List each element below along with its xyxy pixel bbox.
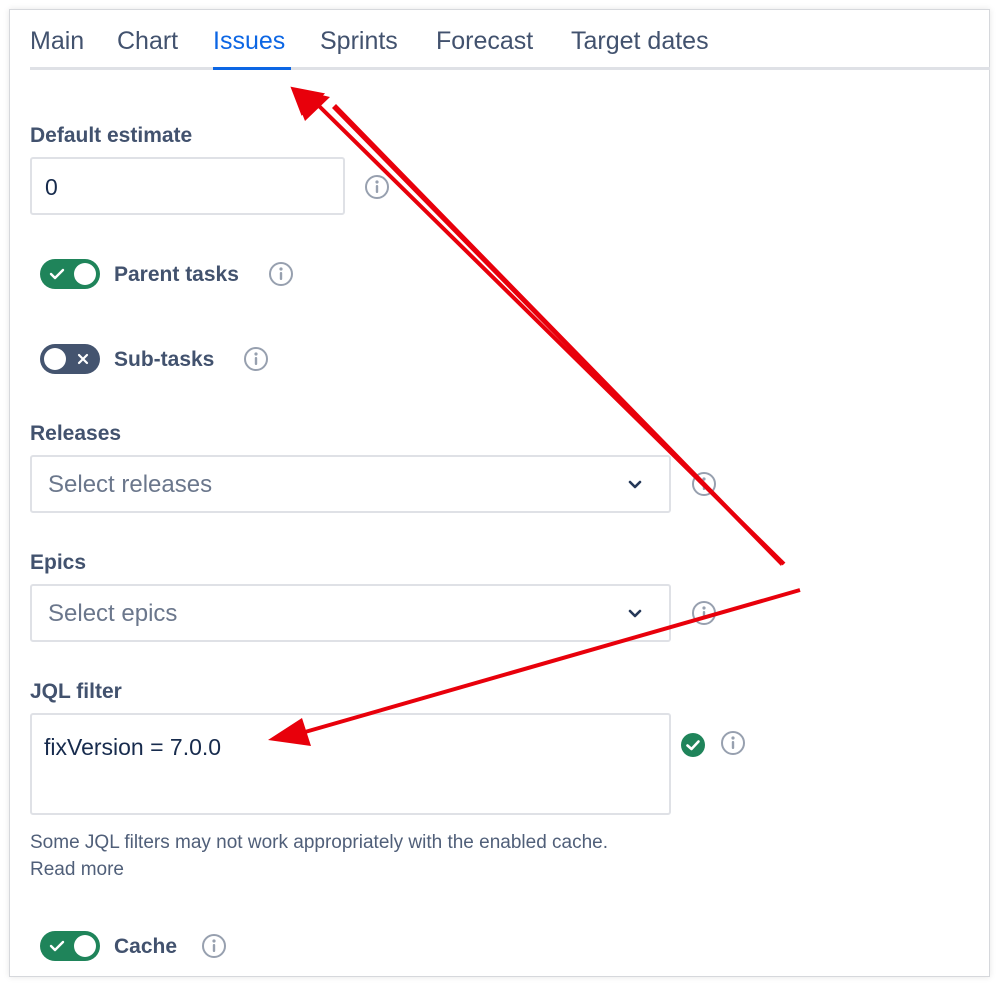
toggle-knob (44, 348, 66, 370)
releases-label: Releases (30, 422, 122, 445)
releases-placeholder: Select releases (48, 471, 213, 498)
default-estimate-label: Default estimate (30, 124, 193, 147)
cache-label: Cache (114, 935, 178, 958)
cache-toggle[interactable] (40, 931, 100, 961)
info-icon[interactable] (720, 730, 746, 756)
epics-label: Epics (30, 551, 87, 574)
jql-filter-value: fixVersion = 7.0.0 (44, 734, 222, 760)
info-icon[interactable] (243, 346, 269, 372)
releases-select[interactable]: Select releases (30, 455, 671, 513)
close-icon (77, 353, 89, 365)
chevron-down-icon (628, 480, 642, 489)
jql-filter-label: JQL filter (30, 680, 122, 703)
sub-tasks-label: Sub-tasks (114, 348, 215, 371)
active-tab-indicator (213, 67, 291, 70)
chevron-down-icon (628, 609, 642, 618)
info-icon[interactable] (201, 933, 227, 959)
read-more-link[interactable]: Read more (30, 859, 124, 881)
info-icon[interactable] (691, 600, 717, 626)
info-icon[interactable] (268, 261, 294, 287)
parent-tasks-label: Parent tasks (114, 263, 239, 286)
tab-sprints[interactable]: Sprints (320, 27, 398, 56)
toggle-knob (74, 263, 96, 285)
tab-target-dates[interactable]: Target dates (571, 27, 709, 56)
check-icon (49, 940, 65, 952)
check-icon (49, 268, 65, 280)
default-estimate-input[interactable]: 0 (30, 157, 345, 215)
default-estimate-value: 0 (45, 174, 58, 200)
check-circle-icon (681, 733, 705, 757)
parent-tasks-toggle[interactable] (40, 259, 100, 289)
tab-forecast[interactable]: Forecast (436, 27, 533, 56)
epics-placeholder: Select epics (48, 600, 178, 627)
tab-chart[interactable]: Chart (117, 27, 178, 56)
jql-cache-warning: Some JQL filters may not work appropriat… (30, 832, 609, 853)
epics-select[interactable]: Select epics (30, 584, 671, 642)
info-icon[interactable] (364, 174, 390, 200)
jql-filter-textarea[interactable]: fixVersion = 7.0.0 (30, 713, 671, 815)
info-icon[interactable] (691, 471, 717, 497)
tab-issues[interactable]: Issues (213, 27, 285, 56)
tab-main[interactable]: Main (30, 27, 84, 56)
sub-tasks-toggle[interactable] (40, 344, 100, 374)
toggle-knob (74, 935, 96, 957)
